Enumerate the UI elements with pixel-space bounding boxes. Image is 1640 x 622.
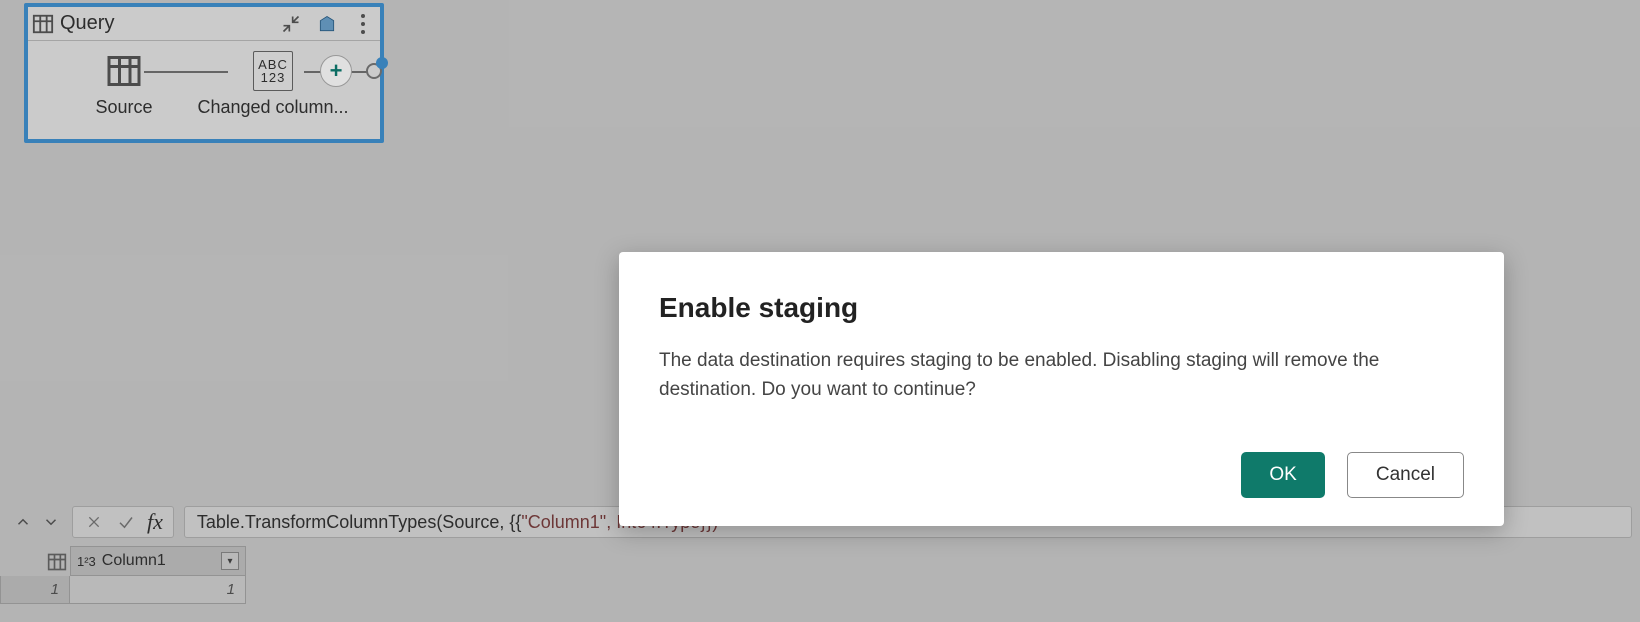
step-up-icon[interactable] <box>12 511 34 533</box>
cancel-edit-icon[interactable] <box>83 511 105 533</box>
confirm-edit-icon[interactable] <box>115 511 137 533</box>
step-down-icon[interactable] <box>40 511 62 533</box>
table-icon <box>104 51 144 91</box>
formula-code: Table.TransformColumnTypes(Source, {{ <box>197 512 521 533</box>
grid-corner[interactable] <box>0 546 70 576</box>
column-header[interactable]: 1²3 Column1 ▾ <box>70 546 246 576</box>
more-options-icon[interactable] <box>352 13 374 35</box>
step-label: Source <box>76 97 172 118</box>
column-name: Column1 <box>102 552 166 570</box>
collapse-icon[interactable] <box>280 13 302 35</box>
query-card[interactable]: Query Source <box>24 3 384 143</box>
cancel-button[interactable]: Cancel <box>1347 452 1464 498</box>
fx-label: fx <box>147 509 163 535</box>
destination-icon[interactable] <box>316 13 338 35</box>
query-card-body: Source ABC 123 Changed column... + <box>28 41 380 139</box>
ok-button[interactable]: OK <box>1241 452 1324 498</box>
table-icon <box>46 551 68 573</box>
dialog-title: Enable staging <box>659 292 1464 324</box>
add-step-button[interactable]: + <box>320 55 352 87</box>
grid-cell[interactable]: 1 <box>70 576 246 604</box>
selection-handle[interactable] <box>376 57 388 69</box>
enable-staging-dialog: Enable staging The data destination requ… <box>619 252 1504 526</box>
row-header[interactable]: 1 <box>0 576 70 604</box>
step-label: Changed column... <box>188 97 358 118</box>
query-card-header: Query <box>28 7 380 41</box>
datatype-int-icon[interactable]: 1²3 <box>77 554 96 569</box>
step-source[interactable]: Source <box>76 51 172 118</box>
data-preview-grid: 1²3 Column1 ▾ 1 1 <box>0 546 1640 622</box>
datatype-icon: ABC 123 <box>253 51 293 91</box>
dialog-body: The data destination requires staging to… <box>659 346 1439 405</box>
query-title: Query <box>60 12 114 35</box>
column-dropdown-icon[interactable]: ▾ <box>221 552 239 570</box>
table-icon <box>32 13 54 35</box>
